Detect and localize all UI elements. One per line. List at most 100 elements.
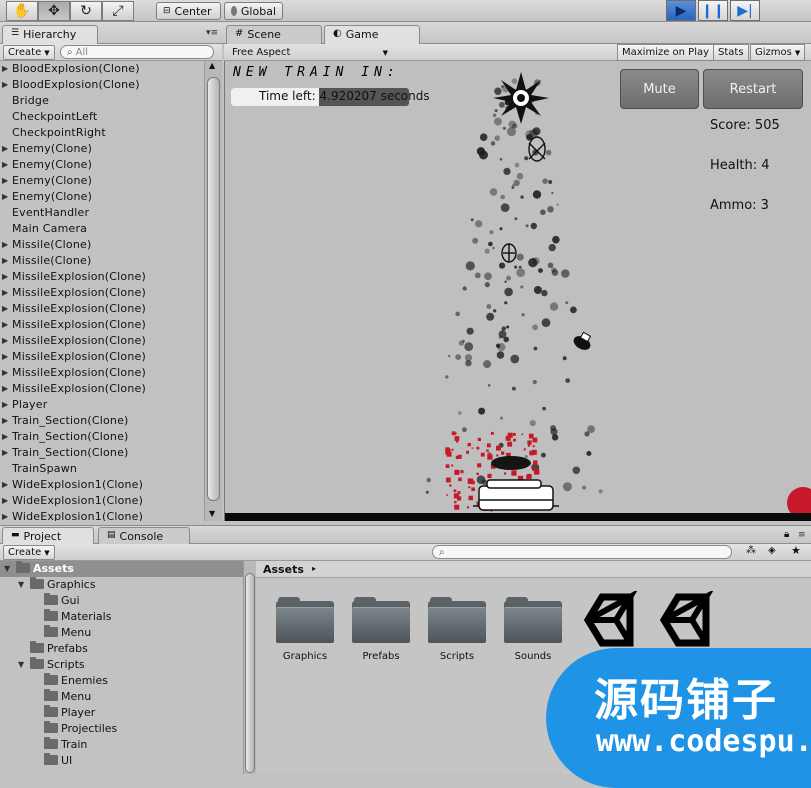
project-tree-item[interactable]: UI [0,753,243,769]
expand-arrow-icon[interactable]: ▶ [2,285,8,301]
pause-button[interactable]: ❙❙ [698,0,728,21]
hierarchy-item[interactable]: ▶ Enemy(Clone) [0,141,204,157]
expand-arrow-icon[interactable]: ▶ [2,333,8,349]
hierarchy-item[interactable]: Bridge [0,93,204,109]
project-tree-item[interactable]: Train [0,737,243,753]
scroll-up-icon[interactable]: ▲ [209,61,215,70]
favorite-star-icon[interactable]: ★ [791,544,801,557]
expand-arrow-icon[interactable]: ▶ [2,301,8,317]
project-tree-item[interactable]: Menu [0,625,243,641]
expand-arrow-icon[interactable]: ▶ [2,269,8,285]
step-button[interactable]: ▶| [730,0,760,21]
expand-arrow-icon[interactable]: ▶ [2,189,8,205]
tab-scene[interactable]: # Scene [226,25,322,44]
project-tree-item[interactable]: Player [0,705,243,721]
hierarchy-item[interactable]: ▶ MissileExplosion(Clone) [0,365,204,381]
scroll-down-icon[interactable]: ▼ [209,509,215,518]
hierarchy-item[interactable]: ▶ Train_Section(Clone) [0,429,204,445]
hierarchy-item[interactable]: ▶ Enemy(Clone) [0,189,204,205]
expand-arrow-icon[interactable]: ▶ [2,157,8,173]
expand-arrow-icon[interactable]: ▶ [2,381,8,397]
expand-arrow-icon[interactable]: ▶ [2,349,8,365]
hierarchy-item[interactable]: CheckpointLeft [0,109,204,125]
project-tree-item[interactable]: Materials [0,609,243,625]
expand-arrow-icon[interactable]: ▶ [2,429,8,445]
play-button[interactable]: ▶ [666,0,696,21]
project-tree-scrollbar[interactable] [243,561,256,774]
project-tree-item[interactable]: Enemies [0,673,243,689]
aspect-dropdown[interactable]: Free Aspect ▼ [232,45,388,60]
expand-arrow-icon[interactable]: ▼ [4,561,10,577]
hierarchy-item[interactable]: ▶ Missile(Clone) [0,253,204,269]
project-tree-item[interactable]: ▼ Graphics [0,577,243,593]
project-tree-item[interactable]: Menu [0,689,243,705]
hierarchy-item[interactable]: ▶ Player [0,397,204,413]
expand-arrow-icon[interactable]: ▶ [2,237,8,253]
rotate-tool-button[interactable]: ↻ [70,1,102,21]
stats-toggle[interactable]: Stats [713,44,749,61]
project-search-input[interactable]: ⌕ [432,545,732,559]
space-toggle-button[interactable]: Global [224,2,283,20]
expand-arrow-icon[interactable]: ▶ [2,413,8,429]
hierarchy-search-input[interactable]: ⌕ All [60,45,214,59]
asset-folder[interactable]: Sounds [501,597,565,662]
expand-arrow-icon[interactable]: ▶ [2,477,8,493]
tab-console[interactable]: ▤ Console [98,527,190,545]
hierarchy-item[interactable]: ▶ Missile(Clone) [0,237,204,253]
breadcrumb-assets[interactable]: Assets [263,563,304,576]
hierarchy-item[interactable]: ▶ Train_Section(Clone) [0,413,204,429]
hierarchy-item[interactable]: ▶ MissileExplosion(Clone) [0,285,204,301]
maximize-on-play-toggle[interactable]: Maximize on Play [617,44,715,61]
hierarchy-item[interactable]: ▶ BloodExplosion(Clone) [0,61,204,77]
tab-hierarchy[interactable]: ☰ Hierarchy [2,25,98,44]
hierarchy-item[interactable]: TrainSpawn [0,461,204,477]
project-create-button[interactable]: Create ▼ [3,545,55,560]
hierarchy-item[interactable]: ▶ WideExplosion1(Clone) [0,477,204,493]
hierarchy-create-button[interactable]: Create ▼ [3,45,55,60]
project-tree-item[interactable]: Prefabs [0,641,243,657]
project-tree-scroll-thumb[interactable] [245,573,255,773]
expand-arrow-icon[interactable]: ▶ [2,509,8,521]
panel-menu-icon[interactable]: ▾≡ [206,28,218,38]
expand-arrow-icon[interactable]: ▶ [2,253,8,269]
asset-folder[interactable]: Prefabs [349,597,413,662]
expand-arrow-icon[interactable]: ▶ [2,365,8,381]
hierarchy-item[interactable]: ▶ WideExplosion1(Clone) [0,493,204,509]
project-tree-item[interactable]: Projectiles [0,721,243,737]
expand-arrow-icon[interactable]: ▶ [2,317,8,333]
hierarchy-item[interactable]: EventHandler [0,205,204,221]
hierarchy-item[interactable]: ▶ MissileExplosion(Clone) [0,333,204,349]
hand-tool-button[interactable]: ✋ [6,1,38,21]
hierarchy-item[interactable]: ▶ MissileExplosion(Clone) [0,381,204,397]
hierarchy-item[interactable]: ▶ WideExplosion1(Clone) [0,509,204,521]
move-tool-button[interactable]: ✥ [38,1,70,21]
scale-tool-button[interactable]: ⤢ [102,1,134,21]
project-tree-item[interactable]: ▼ Assets [0,561,243,577]
hierarchy-scrollbar[interactable]: ▲ ▼ [204,61,222,521]
panel-menu-icon[interactable]: ≡ [798,530,806,540]
hierarchy-item[interactable]: CheckpointRight [0,125,204,141]
expand-arrow-icon[interactable]: ▶ [2,77,8,93]
expand-arrow-icon[interactable]: ▶ [2,173,8,189]
lock-icon[interactable]: 🔒︎ [784,529,789,540]
expand-arrow-icon[interactable]: ▶ [2,61,8,77]
hierarchy-item[interactable]: ▶ MissileExplosion(Clone) [0,317,204,333]
hierarchy-scroll-thumb[interactable] [207,77,220,501]
expand-arrow-icon[interactable]: ▼ [18,577,24,593]
filter-label-icon[interactable]: ◈ [768,545,776,556]
asset-folder[interactable]: Scripts [425,597,489,662]
expand-arrow-icon[interactable]: ▶ [2,445,8,461]
hierarchy-item[interactable]: ▶ Train_Section(Clone) [0,445,204,461]
asset-folder[interactable]: Graphics [273,597,337,662]
project-tree-item[interactable]: Gui [0,593,243,609]
hierarchy-item[interactable]: ▶ Enemy(Clone) [0,173,204,189]
pivot-toggle-button[interactable]: ⊟ Center [156,2,221,20]
hierarchy-item[interactable]: Main Camera [0,221,204,237]
filter-type-icon[interactable]: ⁂ [746,545,756,556]
project-tree-item[interactable]: ▼ Scripts [0,657,243,673]
hierarchy-item[interactable]: ▶ MissileExplosion(Clone) [0,349,204,365]
asset-scene[interactable] [653,588,717,654]
hierarchy-item[interactable]: ▶ Enemy(Clone) [0,157,204,173]
hierarchy-item[interactable]: ▶ MissileExplosion(Clone) [0,269,204,285]
expand-arrow-icon[interactable]: ▶ [2,493,8,509]
